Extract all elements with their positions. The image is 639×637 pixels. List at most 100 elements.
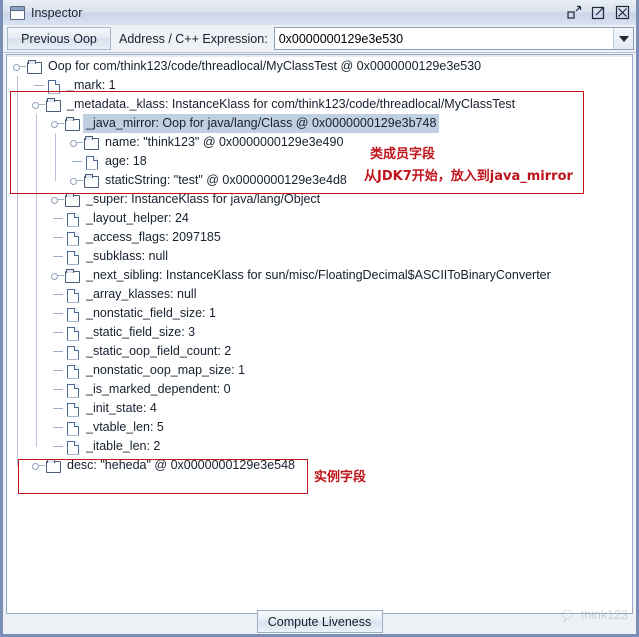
tree-branch-line — [49, 228, 65, 247]
tree-row[interactable]: _init_state: 4 — [7, 399, 632, 418]
document-icon — [65, 231, 80, 245]
tree-row[interactable]: _static_oop_field_count: 2 — [7, 342, 632, 361]
tree-row[interactable]: _nonstatic_oop_map_size: 1 — [7, 361, 632, 380]
window-controls — [567, 5, 630, 20]
tree-row-label: _vtable_len: 5 — [86, 420, 164, 434]
jdk7-note-mono1: JDK7 — [377, 169, 412, 184]
folder-icon — [65, 192, 80, 207]
tree-branch-line — [49, 323, 65, 342]
tree-row-label: name: "think123" @ 0x0000000129e3e490 — [105, 135, 344, 149]
tree-row-label: _java_mirror: Oop for java/lang/Class @ … — [83, 114, 440, 133]
folder-icon — [46, 97, 61, 112]
tree-branch-line — [49, 380, 65, 399]
tree-row-label: _mark: 1 — [67, 78, 116, 92]
document-icon — [65, 250, 80, 264]
expand-toggle-icon[interactable] — [49, 114, 65, 133]
tree-row-label: _access_flags: 2097185 — [86, 230, 221, 244]
chevron-down-icon[interactable] — [613, 28, 633, 49]
tree-row-label: Oop for com/think123/code/threadlocal/My… — [48, 59, 482, 73]
folder-icon — [46, 458, 61, 473]
oop-tree-panel[interactable]: Oop for com/think123/code/threadlocal/My… — [6, 54, 633, 614]
document-icon — [46, 79, 61, 93]
tree-row[interactable]: _next_sibling: InstanceKlass for sun/mis… — [7, 266, 632, 285]
tree-guide-line — [55, 133, 56, 181]
tree-row-label: _next_sibling: InstanceKlass for sun/mis… — [86, 268, 551, 282]
tree-row[interactable]: _nonstatic_field_size: 1 — [7, 304, 632, 323]
collapse-toggle-icon[interactable] — [68, 171, 84, 190]
expand-toggle-icon[interactable] — [30, 95, 46, 114]
document-icon — [65, 326, 80, 340]
tree-row[interactable]: _layout_helper: 24 — [7, 209, 632, 228]
jdk7-note-annotation: 从JDK7开始，放入到java_mirror — [364, 165, 573, 184]
collapse-toggle-icon[interactable] — [49, 266, 65, 285]
document-icon — [65, 364, 80, 378]
tree-branch-line — [30, 76, 46, 95]
tree-row[interactable]: _subklass: null — [7, 247, 632, 266]
folder-icon — [84, 135, 99, 150]
tree-guide-line — [17, 76, 18, 466]
tree-row-label: _layout_helper: 24 — [86, 211, 189, 225]
tree-row-label: _array_klasses: null — [86, 287, 197, 301]
document-icon — [65, 383, 80, 397]
document-icon — [65, 421, 80, 435]
tree-branch-line — [49, 247, 65, 266]
tree-row[interactable]: _is_marked_dependent: 0 — [7, 380, 632, 399]
address-combobox[interactable]: 0x0000000129e3e530 — [273, 27, 634, 50]
tree-row-label: _subklass: null — [86, 249, 168, 263]
tree-row[interactable]: _mark: 1 — [7, 76, 632, 95]
window-icon — [10, 5, 25, 20]
collapse-toggle-icon[interactable] — [30, 456, 46, 475]
tree-row[interactable]: Oop for com/think123/code/threadlocal/My… — [7, 57, 632, 76]
tree-branch-line — [49, 437, 65, 456]
tree-branch-line — [49, 361, 65, 380]
tree-row[interactable]: _metadata._klass: InstanceKlass for com/… — [7, 95, 632, 114]
previous-oop-button[interactable]: Previous Oop — [7, 27, 111, 50]
folder-icon — [65, 268, 80, 283]
tree-row[interactable]: name: "think123" @ 0x0000000129e3e490 — [7, 133, 632, 152]
compute-liveness-button[interactable]: Compute Liveness — [256, 610, 383, 633]
minimize-button[interactable] — [567, 5, 582, 20]
maximize-button[interactable] — [591, 5, 606, 20]
folder-icon — [65, 116, 80, 131]
tree-row[interactable]: _itable_len: 2 — [7, 437, 632, 456]
tree-row-label: _static_field_size: 3 — [86, 325, 196, 339]
tree-branch-line — [49, 399, 65, 418]
class-member-fields-annotation: 类成员字段 — [370, 147, 436, 162]
tree-row-label: staticString: "test" @ 0x0000000129e3e4d… — [105, 173, 347, 187]
watermark-label: think123 — [580, 608, 628, 622]
document-icon — [65, 288, 80, 302]
tree-row-label: _static_oop_field_count: 2 — [86, 344, 232, 358]
tree-branch-line — [68, 152, 84, 171]
document-icon — [84, 155, 99, 169]
folder-icon — [27, 59, 42, 74]
document-icon — [65, 212, 80, 226]
tree-branch-line — [49, 342, 65, 361]
tree-row-label: _nonstatic_oop_map_size: 1 — [86, 363, 246, 377]
tree-row[interactable]: _super: InstanceKlass for java/lang/Obje… — [7, 190, 632, 209]
document-icon — [65, 307, 80, 321]
oop-tree[interactable]: Oop for com/think123/code/threadlocal/My… — [7, 57, 632, 613]
collapse-toggle-icon[interactable] — [49, 190, 65, 209]
close-button[interactable] — [615, 5, 630, 20]
window-title: Inspector — [31, 5, 83, 20]
address-label: Address / C++ Expression: — [119, 31, 268, 46]
folder-icon — [84, 173, 99, 188]
tree-row[interactable]: _access_flags: 2097185 — [7, 228, 632, 247]
jdk7-note-prefix: 从 — [364, 169, 378, 184]
tree-row-label: age: 18 — [105, 154, 147, 168]
tree-row[interactable]: _java_mirror: Oop for java/lang/Class @ … — [7, 114, 632, 133]
jdk7-note-mid: 开始，放入到 — [411, 169, 490, 184]
tree-row-label: _super: InstanceKlass for java/lang/Obje… — [86, 192, 321, 206]
instance-fields-annotation: 实例字段 — [314, 470, 367, 485]
expand-toggle-icon[interactable] — [11, 57, 27, 76]
tree-branch-line — [49, 209, 65, 228]
inspector-toolbar: Previous Oop Address / C++ Expression: 0… — [3, 25, 636, 53]
collapse-toggle-icon[interactable] — [68, 133, 84, 152]
address-input[interactable]: 0x0000000129e3e530 — [274, 28, 613, 49]
tree-row[interactable]: _array_klasses: null — [7, 285, 632, 304]
wechat-icon — [561, 609, 573, 622]
document-icon — [65, 440, 80, 454]
tree-row-label: _nonstatic_field_size: 1 — [86, 306, 216, 320]
tree-row[interactable]: _static_field_size: 3 — [7, 323, 632, 342]
tree-row[interactable]: _vtable_len: 5 — [7, 418, 632, 437]
